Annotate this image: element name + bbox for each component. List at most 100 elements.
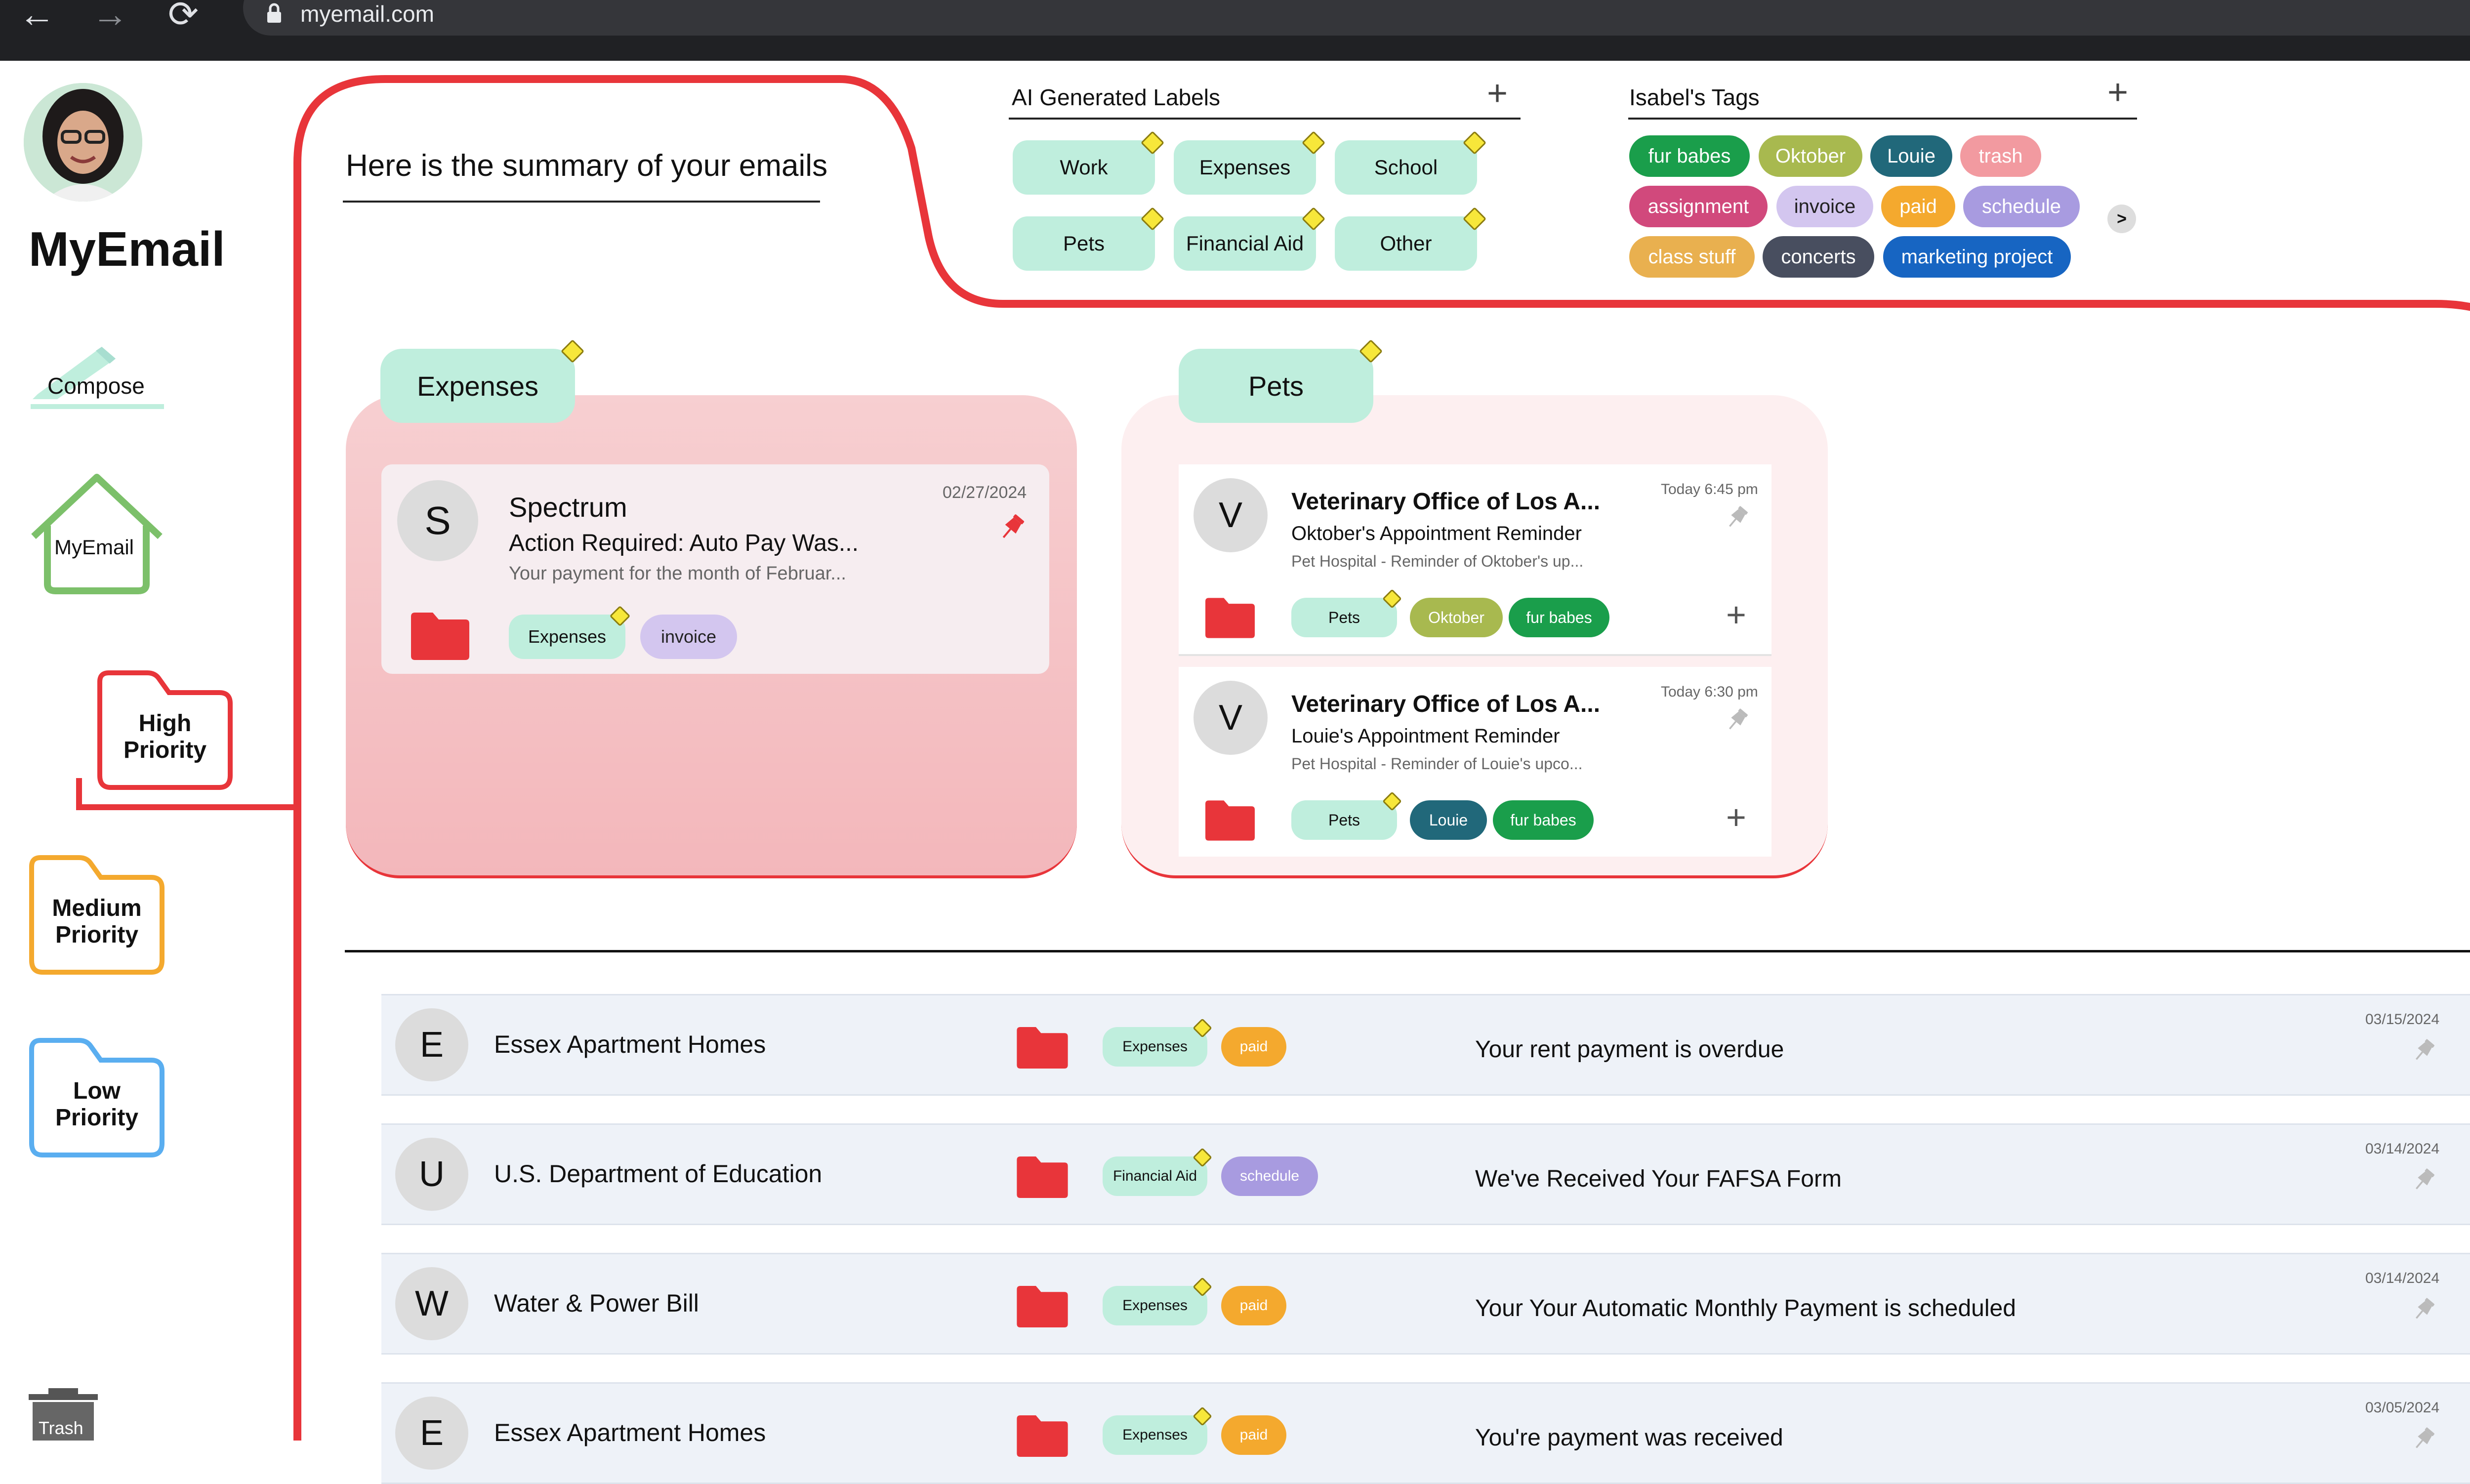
pets-email-item[interactable]: V Veterinary Office of Los A... Louie's … [1179, 667, 1771, 857]
ai-label-other[interactable]: Other [1335, 216, 1477, 271]
email-tag-oktober[interactable]: Oktober [1410, 598, 1503, 637]
email-row[interactable]: E Essex Apartment Homes Expenses paid Yo… [381, 1382, 2470, 1484]
add-tag-icon[interactable]: + [1726, 797, 1746, 837]
pin-icon[interactable] [2410, 1425, 2437, 1453]
compose-button[interactable]: Compose [28, 336, 164, 410]
ai-label-work[interactable]: Work [1013, 140, 1155, 195]
sender-avatar: V [1194, 681, 1268, 755]
email-label[interactable]: Expenses [1103, 1415, 1207, 1455]
email-label[interactable]: Financial Aid [1103, 1156, 1207, 1196]
sender-name: Veterinary Office of Los A... [1291, 489, 1601, 515]
ai-label-pets[interactable]: Pets [1013, 216, 1155, 271]
email-label[interactable]: Expenses [1103, 1286, 1207, 1325]
pets-email-item[interactable]: V Veterinary Office of Los A... Oktober'… [1179, 464, 1771, 656]
tag-class-stuff[interactable]: class stuff [1629, 236, 1755, 278]
avatar[interactable] [24, 83, 142, 202]
pin-icon[interactable] [1723, 706, 1751, 734]
tag-text: fur babes [1648, 145, 1731, 167]
email-label-pets[interactable]: Pets [1291, 800, 1397, 840]
email-label[interactable]: Expenses [1103, 1027, 1207, 1067]
email-row[interactable]: U U.S. Department of Education Financial… [381, 1123, 2470, 1225]
ai-labels-title: AI Generated Labels [1012, 84, 1220, 110]
email-tag-fur-babes[interactable]: fur babes [1509, 598, 1609, 637]
ai-label-expenses[interactable]: Expenses [1174, 140, 1316, 195]
email-label-expenses[interactable]: Expenses [509, 615, 625, 659]
app-name: MyEmail [29, 222, 225, 276]
tag-text: class stuff [1648, 246, 1736, 268]
tags-more-button[interactable]: > [2107, 205, 2136, 233]
email-tag[interactable]: paid [1221, 1027, 1286, 1067]
add-tag-icon[interactable]: + [2107, 72, 2128, 113]
email-tag[interactable]: paid [1221, 1286, 1286, 1325]
add-ai-label-icon[interactable]: + [1487, 73, 1508, 114]
pin-icon[interactable] [996, 512, 1028, 543]
tag-paid[interactable]: paid [1881, 186, 1955, 227]
email-date: 03/14/2024 [2365, 1141, 2440, 1157]
email-tag-text: fur babes [1526, 608, 1592, 626]
add-tag-icon[interactable]: + [1726, 595, 1746, 634]
email-date: 03/14/2024 [2365, 1270, 2440, 1286]
home-icon [31, 474, 163, 594]
email-date: 03/15/2024 [2365, 1011, 2440, 1028]
folder-icon[interactable] [411, 613, 469, 660]
email-tag-louie[interactable]: Louie [1410, 800, 1487, 840]
ai-label-school[interactable]: School [1335, 140, 1477, 195]
email-preview: Pet Hospital - Reminder of Louie's upco.… [1291, 755, 1583, 773]
sidebar-item-medium-priority[interactable]: Medium Priority [28, 854, 166, 977]
tag-schedule[interactable]: schedule [1963, 186, 2080, 227]
ai-label-text: Expenses [1199, 156, 1291, 179]
sender-initial: V [1218, 495, 1243, 535]
sidebar-item-high-priority[interactable]: High Priority [96, 669, 234, 792]
sidebar-item-low-priority[interactable]: Low Priority [28, 1036, 166, 1160]
email-row[interactable]: E Essex Apartment Homes Expenses paid Yo… [381, 994, 2470, 1096]
folder-icon[interactable] [1017, 1156, 1068, 1198]
tag-concerts[interactable]: concerts [1763, 236, 1874, 278]
pin-icon[interactable] [2410, 1296, 2437, 1323]
pin-icon[interactable] [1723, 504, 1751, 532]
pets-card-title[interactable]: Pets [1179, 349, 1373, 423]
email-row[interactable]: W Water & Power Bill Expenses paid Your … [381, 1253, 2470, 1355]
tag-louie[interactable]: Louie [1870, 135, 1952, 177]
email-label-text: Pets [1328, 811, 1360, 829]
medium-priority-label: Medium Priority [52, 895, 142, 948]
folder-icon[interactable] [1205, 800, 1255, 841]
tag-assignment[interactable]: assignment [1629, 186, 1768, 227]
folder-icon[interactable] [1017, 1415, 1068, 1457]
tag-trash[interactable]: trash [1960, 135, 2041, 177]
pin-icon[interactable] [2410, 1166, 2437, 1194]
tag-text: marketing project [1901, 246, 2053, 268]
folder-icon[interactable] [1017, 1286, 1068, 1327]
folder-icon[interactable] [1205, 598, 1255, 638]
tag-invoice[interactable]: invoice [1776, 186, 1873, 227]
compose-label: Compose [47, 373, 145, 399]
sender-name: Essex Apartment Homes [494, 1031, 766, 1058]
email-subject: You're payment was received [1475, 1425, 1783, 1451]
sender-initial: E [419, 1413, 444, 1453]
pin-icon[interactable] [2410, 1037, 2437, 1065]
email-subject: Action Required: Auto Pay Was... [509, 530, 859, 556]
sidebar-item-trash[interactable]: Trash [29, 1387, 98, 1441]
tag-oktober[interactable]: Oktober [1759, 135, 1862, 177]
sender-avatar: U [395, 1138, 468, 1211]
ai-label-text: Work [1060, 156, 1108, 179]
ai-labels-divider [1009, 118, 1521, 120]
email-tag[interactable]: paid [1221, 1415, 1286, 1455]
sender-name: Essex Apartment Homes [494, 1419, 766, 1446]
email-tag-fur-babes[interactable]: fur babes [1493, 800, 1594, 840]
expenses-email-item[interactable]: S Spectrum Action Required: Auto Pay Was… [381, 464, 1049, 674]
tag-fur-babes[interactable]: fur babes [1629, 135, 1750, 177]
email-label-pets[interactable]: Pets [1291, 598, 1397, 637]
section-divider [345, 950, 2470, 952]
sidebar-item-myemail[interactable]: MyEmail [28, 472, 166, 596]
tag-text: Oktober [1775, 145, 1846, 167]
tag-text: invoice [1794, 195, 1856, 217]
expenses-card-title[interactable]: Expenses [380, 349, 575, 423]
email-tag[interactable]: schedule [1221, 1156, 1318, 1196]
tag-marketing-project[interactable]: marketing project [1883, 236, 2071, 278]
email-label-text: Expenses [528, 626, 607, 647]
email-tag-invoice[interactable]: invoice [640, 615, 737, 659]
folder-icon[interactable] [1017, 1027, 1068, 1069]
email-preview: Your payment for the month of Februar... [509, 563, 846, 584]
sender-name: Spectrum [509, 492, 627, 523]
ai-label-financial-aid[interactable]: Financial Aid [1174, 216, 1316, 271]
